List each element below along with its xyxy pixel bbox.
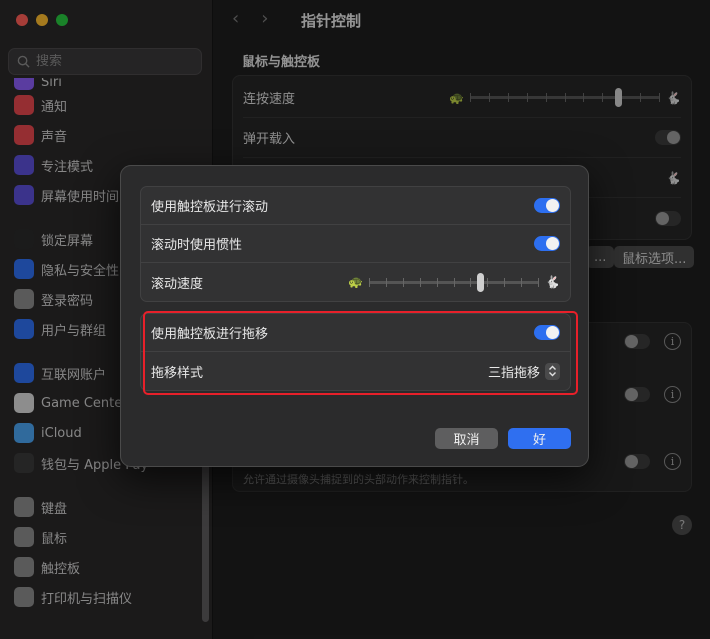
- drag-style-label: 拖移样式: [151, 365, 204, 381]
- scroll-speed-slider[interactable]: [369, 272, 540, 292]
- turtle-icon: 🐢: [348, 275, 364, 289]
- drag-switch[interactable]: [534, 325, 560, 340]
- drag-style-value: 三指拖移: [487, 365, 540, 381]
- rabbit-icon: 🐇: [545, 275, 560, 289]
- scroll-speed-control: 🐢 🐇: [348, 272, 560, 292]
- scroll-settings-group: 使用触控板进行滚动 滚动时使用惯性 滚动速度 🐢 🐇: [140, 186, 571, 302]
- scroll-label: 使用触控板进行滚动: [151, 200, 269, 215]
- chevron-updown-icon: [545, 362, 560, 380]
- drag-style-row: 拖移样式 三指拖移: [141, 352, 570, 390]
- inertia-label: 滚动时使用惯性: [151, 238, 243, 253]
- inertia-row: 滚动时使用惯性: [141, 225, 570, 263]
- drag-style-select[interactable]: 三指拖移: [488, 362, 560, 381]
- inertia-switch[interactable]: [534, 236, 560, 251]
- drag-row: 使用触控板进行拖移: [141, 314, 570, 352]
- scroll-speed-label: 滚动速度: [151, 276, 204, 292]
- scroll-switch[interactable]: [534, 198, 560, 213]
- slider-knob[interactable]: [476, 272, 484, 292]
- cancel-button[interactable]: 取消: [435, 428, 498, 449]
- scroll-speed-row: 滚动速度 🐢 🐇: [141, 263, 570, 301]
- drag-label: 使用触控板进行拖移: [151, 327, 269, 342]
- trackpad-options-sheet: 使用触控板进行滚动 滚动时使用惯性 滚动速度 🐢 🐇 使用触控板进行拖移 拖移样…: [120, 165, 589, 467]
- scroll-row: 使用触控板进行滚动: [141, 187, 570, 225]
- ok-button[interactable]: 好: [508, 428, 571, 449]
- drag-settings-group: 使用触控板进行拖移 拖移样式 三指拖移: [140, 313, 571, 391]
